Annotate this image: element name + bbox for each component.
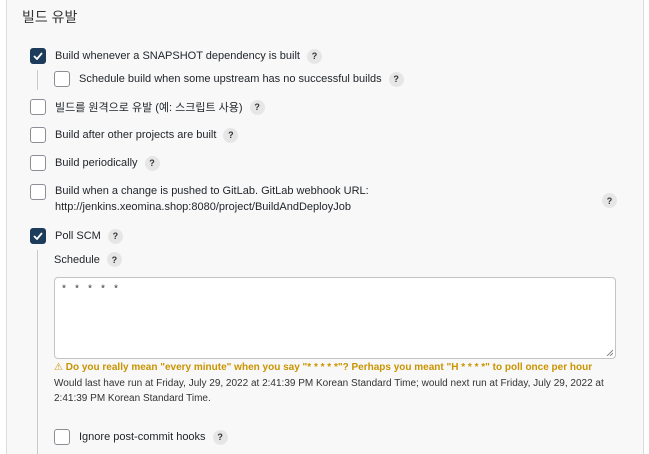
- warning-icon: ⚠: [54, 362, 63, 373]
- warning-text: Do you really mean "every minute" when y…: [65, 362, 593, 373]
- help-icon[interactable]: ?: [223, 127, 239, 143]
- remote-checkbox[interactable]: [30, 99, 46, 115]
- help-icon[interactable]: ?: [307, 48, 322, 64]
- gitlab-label: Build when a change is pushed to GitLab.…: [55, 183, 369, 215]
- help-icon[interactable]: ?: [249, 99, 265, 115]
- help-icon[interactable]: ?: [212, 429, 228, 445]
- schedule-upstream-checkbox[interactable]: [54, 71, 70, 87]
- snapshot-checkbox[interactable]: [30, 48, 46, 64]
- section-title: 빌드 유발: [22, 9, 78, 25]
- remote-label: 빌드를 원격으로 유발 (예: 스크립트 사용): [55, 102, 243, 114]
- help-icon[interactable]: ?: [106, 252, 122, 267]
- schedule-textarea[interactable]: * * * * *: [54, 277, 616, 359]
- schedule-run-info: Would last have run at Friday, July 29, …: [54, 376, 614, 406]
- ignore-post-commit-label: Ignore post-commit hooks: [79, 431, 206, 443]
- trigger-poll-scm: Poll SCM ?: [30, 228, 123, 244]
- cron-warning: ⚠ Do you really mean "every minute" when…: [54, 362, 592, 373]
- after-other-checkbox[interactable]: [30, 127, 46, 143]
- schedule-value: * * * * *: [61, 285, 120, 296]
- trigger-periodically: Build periodically ?: [30, 155, 160, 171]
- run-info-line2: 2:41:39 PM Korean Standard Time.: [54, 393, 211, 404]
- gitlab-checkbox[interactable]: [30, 184, 46, 200]
- gitlab-label-line1: Build when a change is pushed to GitLab.…: [55, 185, 369, 197]
- trigger-ignore-post-commit: Ignore post-commit hooks ?: [54, 429, 228, 445]
- help-icon[interactable]: ?: [144, 155, 160, 171]
- periodically-label: Build periodically: [55, 157, 138, 169]
- trigger-remote: 빌드를 원격으로 유발 (예: 스크립트 사용) ?: [30, 99, 265, 115]
- snapshot-label: Build whenever a SNAPSHOT dependency is …: [55, 50, 300, 62]
- trigger-snapshot: Build whenever a SNAPSHOT dependency is …: [30, 48, 322, 64]
- schedule-field-header: Schedule ?: [54, 252, 122, 267]
- gitlab-webhook-url: http://jenkins.xeomina.shop:8080/project…: [55, 201, 351, 213]
- schedule-upstream-label: Schedule build when some upstream has no…: [79, 73, 382, 85]
- nested-guide-line: [37, 70, 38, 90]
- help-icon[interactable]: ?: [602, 193, 617, 208]
- resize-handle-icon[interactable]: [606, 349, 613, 356]
- ignore-post-commit-checkbox[interactable]: [54, 429, 70, 445]
- help-icon[interactable]: ?: [107, 228, 123, 244]
- help-icon[interactable]: ?: [388, 71, 404, 87]
- trigger-gitlab: Build when a change is pushed to GitLab.…: [30, 184, 369, 215]
- poll-scm-checkbox[interactable]: [30, 228, 46, 244]
- nested-guide-line: [37, 250, 38, 454]
- trigger-schedule-upstream: Schedule build when some upstream has no…: [54, 71, 404, 87]
- poll-scm-label: Poll SCM: [55, 230, 101, 242]
- run-info-line1: Would last have run at Friday, July 29, …: [54, 378, 604, 389]
- schedule-label: Schedule: [54, 253, 100, 266]
- periodically-checkbox[interactable]: [30, 155, 46, 171]
- after-other-label: Build after other projects are built: [55, 129, 217, 141]
- trigger-after-other: Build after other projects are built ?: [30, 127, 239, 143]
